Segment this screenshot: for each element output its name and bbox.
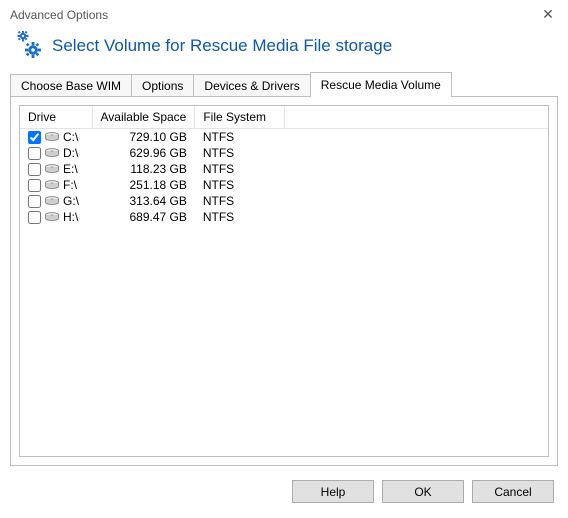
drive-fs: NTFS — [195, 209, 285, 225]
tabstrip: Choose Base WIMOptionsDevices & DriversR… — [0, 71, 568, 96]
col-header-fs[interactable]: File System — [195, 106, 285, 129]
drive-letter: F:\ — [63, 178, 77, 192]
col-header-spacer — [285, 106, 548, 129]
drive-fs: NTFS — [195, 193, 285, 209]
drive-checkbox[interactable] — [28, 147, 41, 160]
tab-devices-drivers[interactable]: Devices & Drivers — [193, 74, 310, 97]
gear-icon — [12, 31, 42, 61]
titlebar: Advanced Options ✕ — [0, 0, 568, 27]
drive-fs: NTFS — [195, 161, 285, 177]
drive-letter: E:\ — [63, 162, 78, 176]
table-row[interactable]: E:\ 118.23 GBNTFS — [20, 161, 548, 177]
table-row[interactable]: H:\ 689.47 GBNTFS — [20, 209, 548, 225]
header: Select Volume for Rescue Media File stor… — [0, 27, 568, 71]
drive-checkbox[interactable] — [28, 131, 41, 144]
tab-options[interactable]: Options — [131, 74, 194, 97]
drive-checkbox[interactable] — [28, 179, 41, 192]
drive-space: 629.96 GB — [92, 145, 195, 161]
drive-list[interactable]: Drive Available Space File System C:\ 729… — [19, 105, 549, 457]
disk-icon — [44, 179, 60, 191]
col-header-drive[interactable]: Drive — [20, 106, 92, 129]
table-row[interactable]: G:\ 313.64 GBNTFS — [20, 193, 548, 209]
drive-fs: NTFS — [195, 145, 285, 161]
table-row[interactable]: F:\ 251.18 GBNTFS — [20, 177, 548, 193]
tab-panel-rescue-media-volume: Drive Available Space File System C:\ 729… — [10, 96, 558, 466]
drive-fs: NTFS — [195, 129, 285, 146]
window-title: Advanced Options — [10, 8, 108, 22]
drive-fs: NTFS — [195, 177, 285, 193]
tab-rescue-media-volume[interactable]: Rescue Media Volume — [310, 72, 452, 97]
col-header-space[interactable]: Available Space — [92, 106, 195, 129]
disk-icon — [44, 211, 60, 223]
close-icon[interactable]: ✕ — [538, 6, 558, 23]
cancel-button[interactable]: Cancel — [472, 480, 554, 503]
drive-table: Drive Available Space File System C:\ 729… — [20, 106, 548, 225]
drive-letter: H:\ — [63, 210, 78, 224]
drive-space: 118.23 GB — [92, 161, 195, 177]
tab-choose-base-wim[interactable]: Choose Base WIM — [10, 74, 132, 97]
drive-letter: C:\ — [63, 130, 78, 144]
ok-button[interactable]: OK — [382, 480, 464, 503]
drive-letter: G:\ — [63, 194, 79, 208]
drive-checkbox[interactable] — [28, 195, 41, 208]
drive-space: 251.18 GB — [92, 177, 195, 193]
disk-icon — [44, 195, 60, 207]
drive-space: 689.47 GB — [92, 209, 195, 225]
table-row[interactable]: C:\ 729.10 GBNTFS — [20, 129, 548, 146]
disk-icon — [44, 163, 60, 175]
dialog-buttons: Help OK Cancel — [0, 466, 568, 503]
drive-letter: D:\ — [63, 146, 78, 160]
drive-space: 313.64 GB — [92, 193, 195, 209]
table-row[interactable]: D:\ 629.96 GBNTFS — [20, 145, 548, 161]
disk-icon — [44, 147, 60, 159]
page-title: Select Volume for Rescue Media File stor… — [52, 36, 392, 56]
disk-icon — [44, 131, 60, 143]
drive-space: 729.10 GB — [92, 129, 195, 146]
help-button[interactable]: Help — [292, 480, 374, 503]
drive-checkbox[interactable] — [28, 211, 41, 224]
drive-checkbox[interactable] — [28, 163, 41, 176]
